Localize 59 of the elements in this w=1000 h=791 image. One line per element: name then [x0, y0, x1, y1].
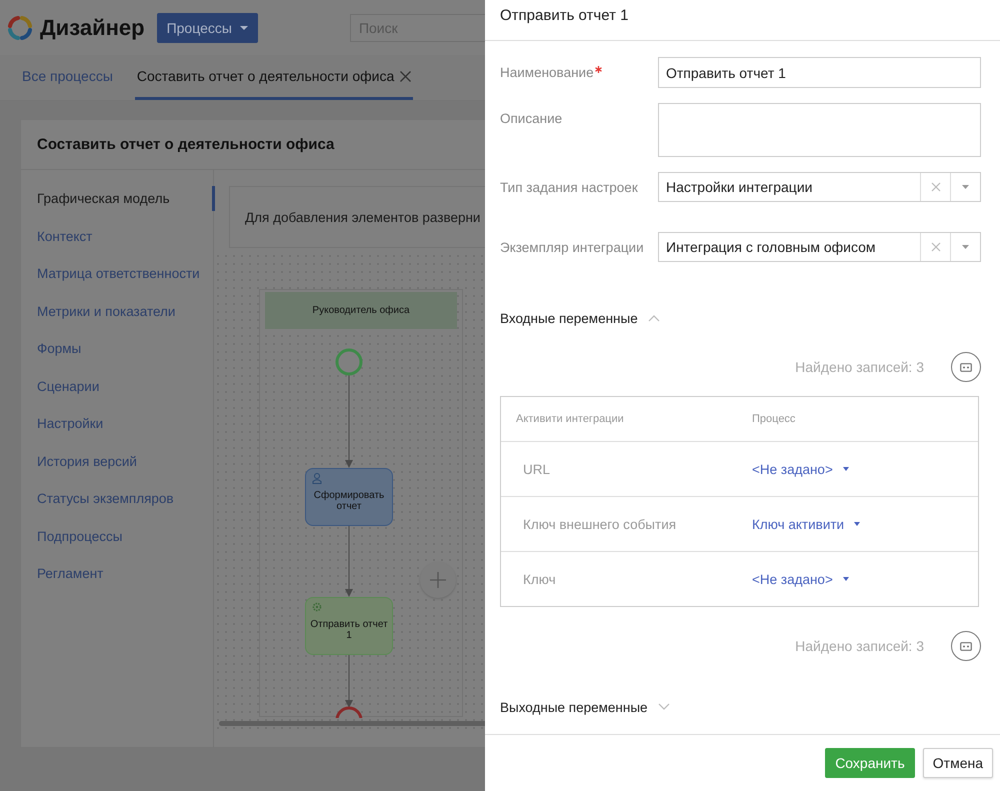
service-task-node: Отправить отчет 1 — [305, 597, 393, 655]
value-dropdown[interactable]: <Не задано> — [752, 462, 849, 476]
field-label: Описание — [500, 111, 562, 126]
sidebar-item[interactable]: Метрики и показатели — [21, 298, 215, 324]
field-label: Экземпляр интеграции — [500, 240, 644, 255]
person-icon — [312, 473, 322, 484]
sidebar-item[interactable]: Статусы экземпляров — [21, 486, 215, 511]
name-input[interactable]: Отправить отчет 1 — [658, 57, 981, 88]
value-dropdown[interactable]: <Не задано> — [752, 572, 849, 586]
dialog-title: Отправить отчет 1 — [485, 0, 1000, 41]
description-input[interactable] — [658, 103, 981, 157]
plus-icon[interactable] — [429, 571, 447, 589]
value-dropdown[interactable]: Ключ активити — [752, 516, 860, 532]
columns-button[interactable] — [951, 352, 981, 382]
field-label: Наименование — [500, 65, 594, 80]
cancel-button[interactable]: Отмена — [922, 748, 993, 778]
start-event — [336, 348, 362, 376]
connector-arrow — [345, 654, 353, 708]
table-cell-text: Ключ внешнего события — [522, 516, 678, 532]
tab[interactable]: Составить отчет о деятельности офиса — [134, 55, 414, 100]
save-button[interactable]: Сохранить — [825, 748, 915, 778]
columns-button[interactable] — [951, 631, 981, 661]
connector-arrow — [345, 526, 353, 597]
close-icon[interactable] — [400, 70, 412, 82]
column-header: Процесс — [752, 413, 796, 425]
sidebar-item[interactable]: Матрица ответственности — [21, 261, 215, 286]
sidebar-item[interactable]: Сценарии — [21, 374, 215, 398]
hint-banner: Для добавления элементов разверни — [229, 186, 485, 248]
sidebar-item[interactable]: История версий — [21, 448, 215, 474]
section-header[interactable]: Входные переменные — [500, 310, 638, 326]
processes-menu-button[interactable]: Процессы — [156, 12, 258, 42]
app-title: Дизайнер — [40, 14, 145, 40]
columns-icon[interactable] — [960, 642, 972, 650]
sidebar-item[interactable]: Подпроцессы — [21, 524, 215, 548]
select-field[interactable]: Настройки интеграции — [658, 172, 981, 202]
select-field[interactable]: Интеграция с головным офисом — [658, 232, 981, 262]
records-count: Найдено записей: 3 — [795, 638, 924, 654]
tab[interactable]: Все процессы — [20, 55, 115, 100]
end-event — [336, 706, 362, 718]
sidebar-item[interactable]: Контекст — [21, 224, 215, 248]
columns-icon[interactable] — [960, 362, 972, 372]
user-task-node: Сформировать отчет — [305, 468, 393, 526]
gear-icon — [312, 602, 322, 612]
sidebar-item[interactable]: Графическая модель — [21, 186, 215, 211]
logo-icon — [6, 14, 34, 42]
sidebar-item[interactable]: Настройки — [21, 411, 215, 436]
field-label: Тип задания настроек — [500, 180, 638, 195]
table-cell-text: Ключ — [522, 572, 557, 586]
column-header: Активити интеграции — [515, 413, 625, 425]
lane-header: Руководитель офиса — [265, 292, 457, 329]
chevron-icon[interactable] — [648, 314, 660, 322]
table-cell-text: URL — [522, 462, 552, 476]
add-button[interactable] — [420, 562, 456, 598]
scrollbar[interactable] — [219, 721, 485, 726]
chevron-icon[interactable] — [658, 703, 670, 711]
records-count: Найдено записей: 3 — [795, 359, 924, 375]
sidebar-item[interactable]: Регламент — [21, 561, 215, 586]
sidebar-item[interactable]: Формы — [21, 336, 215, 361]
section-header[interactable]: Выходные переменные — [500, 700, 648, 714]
